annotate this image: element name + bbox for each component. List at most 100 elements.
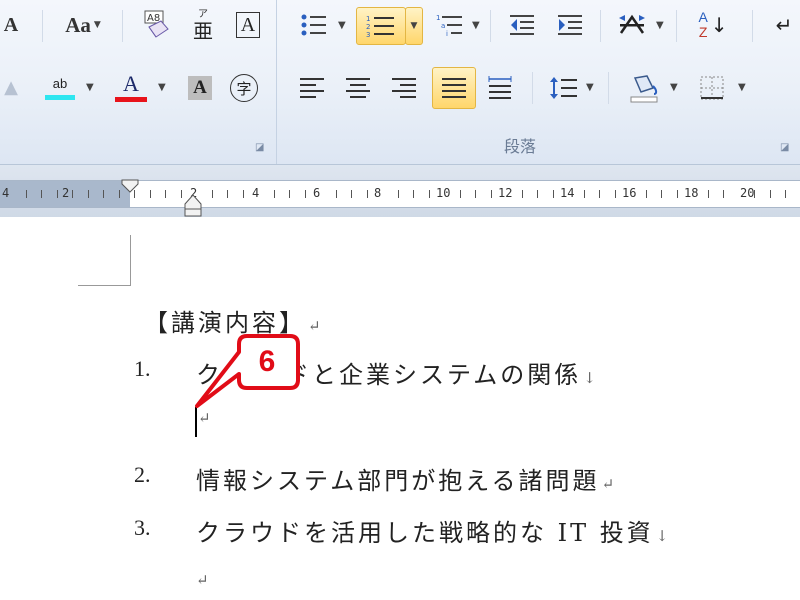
horizontal-ruler[interactable]: 4 2 2 4 6 8 10 12 14 16 18 20 (0, 179, 800, 217)
ruler-tick (413, 190, 414, 198)
chevron-down-icon[interactable]: ▼ (656, 20, 664, 31)
numbering-dropdown-button[interactable]: ▼ (405, 7, 423, 45)
bullets-button[interactable] (294, 8, 334, 42)
list-item-text: クラウドを活用した戦略的な IT 投資 (196, 519, 654, 547)
chevron-down-icon[interactable]: ▼ (738, 82, 746, 93)
justify-button[interactable] (432, 67, 476, 109)
line-spacing-button[interactable] (544, 70, 584, 106)
increase-indent-button[interactable] (552, 8, 588, 42)
ruler-tick (26, 190, 27, 198)
empty-line-mark[interactable]: ↵ (196, 571, 212, 589)
change-case-button[interactable]: Aa ▼ (56, 8, 110, 42)
list-item[interactable]: 情報システム部門が抱える諸問題 ↵ (196, 461, 617, 496)
clear-formatting-icon: A8 (144, 10, 169, 38)
font-color-button[interactable]: A (110, 68, 152, 106)
chevron-down-icon[interactable]: ▼ (158, 82, 166, 93)
character-border-button[interactable]: A (230, 8, 266, 42)
clear-formatting-button[interactable]: A8 (138, 6, 174, 44)
phonetic-guide-button[interactable]: ア 亜 (186, 4, 220, 46)
shading-button[interactable] (622, 68, 666, 108)
chevron-down-icon[interactable]: ▼ (86, 82, 94, 93)
enclose-characters-button[interactable]: 字 (226, 70, 262, 106)
font-color-label: A (123, 71, 139, 96)
numbering-icon: 1 2 3 (366, 15, 394, 39)
ruler-tick (553, 190, 554, 198)
ruler-label: 18 (684, 186, 699, 200)
ruler-tick (661, 190, 662, 198)
heading-line[interactable]: 【講演内容】 ↵ (144, 303, 324, 338)
ruler-tick (88, 190, 89, 198)
align-right-button[interactable] (386, 70, 422, 106)
asian-layout-button[interactable] (612, 8, 652, 42)
distributed-icon (488, 76, 512, 99)
ruler-tick (150, 190, 151, 198)
decrease-indent-button[interactable] (504, 8, 540, 42)
separator (532, 72, 533, 104)
return-mark: ↵ (308, 317, 324, 335)
multilevel-list-button[interactable]: 1 a i (430, 8, 470, 42)
ruler-tick (646, 190, 647, 198)
svg-text:2: 2 (366, 23, 370, 31)
show-formatting-marks-button[interactable]: ↵ (768, 8, 800, 42)
chevron-down-icon[interactable]: ▼ (670, 82, 678, 93)
font-size-button[interactable]: A (0, 8, 22, 42)
text-cursor (195, 407, 197, 437)
ruler-tick (398, 190, 399, 198)
paragraph-mark-icon: ↵ (775, 13, 793, 37)
separator (490, 10, 491, 42)
ruler-tick (584, 190, 585, 198)
text-effects-icon: ▲ (4, 76, 18, 98)
highlight-button[interactable]: ab (40, 70, 80, 106)
return-mark: ↵ (601, 475, 618, 493)
numbering-button[interactable]: 1 2 3 (356, 7, 406, 45)
list-number: 3. (134, 515, 151, 540)
font-dialog-launcher-icon[interactable]: ◪ (255, 142, 264, 153)
chevron-down-icon[interactable]: ▼ (586, 82, 594, 93)
chevron-down-icon[interactable]: ▼ (338, 20, 346, 31)
highlight-label: ab (52, 76, 68, 91)
ruler-tick (491, 190, 492, 198)
ruler-tick (367, 190, 368, 198)
distributed-button[interactable] (482, 70, 518, 106)
ruler-tick (754, 190, 755, 198)
document-area[interactable]: 【講演内容】 ↵ 1. クドと企業システムの関係 ↓ ↵ 2. 情報システム部門が抱… (0, 217, 800, 600)
paragraph-dialog-launcher-icon[interactable]: ◪ (780, 142, 789, 153)
sort-button[interactable]: A Z ↓ (692, 6, 734, 44)
list-item-text-after: ドと企業システムの関係 (285, 361, 582, 389)
separator (752, 10, 753, 42)
align-center-button[interactable] (340, 70, 376, 106)
ruler-tick (475, 190, 476, 198)
enclose-characters-label: 字 (230, 74, 258, 102)
text-effects-button[interactable]: ▲ (0, 70, 22, 104)
align-left-button[interactable] (294, 70, 330, 106)
paragraph-group-label: 段落 (504, 137, 537, 156)
phonetic-guide-bottom: 亜 (193, 18, 213, 43)
svg-text:1: 1 (366, 15, 370, 23)
ruler-tick (723, 190, 724, 198)
ruler-label: 4 (252, 186, 260, 200)
list-item-text: ク (196, 361, 223, 389)
decrease-indent-icon (510, 15, 534, 35)
bullets-icon (301, 14, 326, 36)
chevron-down-icon[interactable]: ▼ (472, 20, 480, 31)
ruler-tick (227, 190, 228, 198)
list-item[interactable]: クラウドを活用した戦略的な IT 投資 ↓ (196, 513, 671, 548)
hanging-indent-marker-icon[interactable] (184, 193, 202, 217)
ruler-label: 14 (560, 186, 575, 200)
svg-text:a: a (441, 22, 445, 30)
align-center-icon (346, 78, 370, 98)
ruler-tick (181, 190, 182, 198)
phonetic-guide-top: ア (198, 8, 208, 20)
borders-button[interactable] (694, 70, 730, 106)
line-spacing-icon (550, 77, 577, 99)
ruler-tick (522, 190, 523, 198)
ruler-tick (103, 190, 104, 198)
character-shading-button[interactable]: A (184, 72, 216, 104)
ruler-tick (615, 190, 616, 198)
list-item[interactable]: ク ドと企業システムの関係 ↓ (196, 355, 599, 390)
empty-line-mark[interactable]: ↵ (198, 409, 214, 427)
margin-corner-mark (78, 285, 131, 286)
ruler-tick (243, 190, 244, 198)
first-line-indent-marker-icon[interactable] (121, 179, 139, 193)
change-case-label: Aa (65, 12, 91, 37)
